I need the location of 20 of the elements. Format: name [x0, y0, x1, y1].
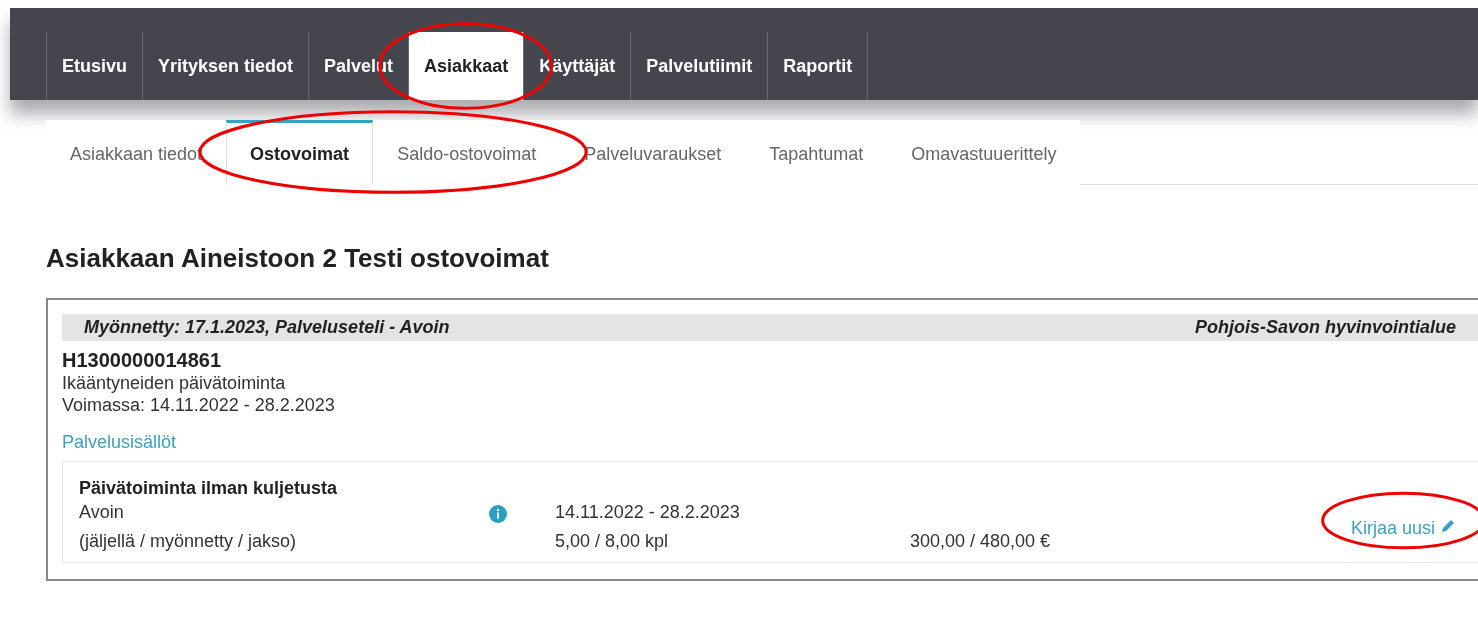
provider-text: Pohjois-Savon hyvinvointialue: [1194, 317, 1456, 338]
decision-code: H1300000014861: [62, 349, 223, 372]
nav-tab[interactable]: Yrityksen tiedot: [142, 32, 309, 100]
item-amount: 300,00 / 480,00 €: [910, 531, 1052, 552]
item-period: 14.11.2022 - 28.2.2023: [555, 502, 741, 524]
nav-tab[interactable]: Raportit: [767, 32, 869, 100]
pencil-icon: [1440, 518, 1456, 534]
validity-text: Voimassa: 14.11.2022 - 28.2.2023: [62, 394, 336, 416]
nav-tab[interactable]: Etusivu: [46, 32, 142, 100]
granted-text: Myönnetty: 17.1.2023, Palveluseteli - Avoin: [84, 317, 450, 338]
page-title: Asiakkaan Aineistoon 2 Testi ostovoimat: [46, 243, 550, 274]
item-name: Päivätoiminta ilman kuljetusta: [79, 478, 339, 499]
item-quantity: 5,00 / 8,00 kpl: [555, 531, 670, 552]
nav-tab[interactable]: Palvelutiimit: [630, 32, 768, 100]
sub-tab[interactable]: Ostovoimat: [226, 120, 374, 185]
item-status: Avoin: [79, 502, 125, 524]
nav-tab[interactable]: Asiakkaat: [408, 32, 524, 100]
item-legend: (jäljellä / myönnetty / jakso): [79, 531, 489, 552]
info-icon[interactable]: [489, 505, 507, 523]
service-name: Ikääntyneiden päivätoiminta: [62, 372, 287, 394]
